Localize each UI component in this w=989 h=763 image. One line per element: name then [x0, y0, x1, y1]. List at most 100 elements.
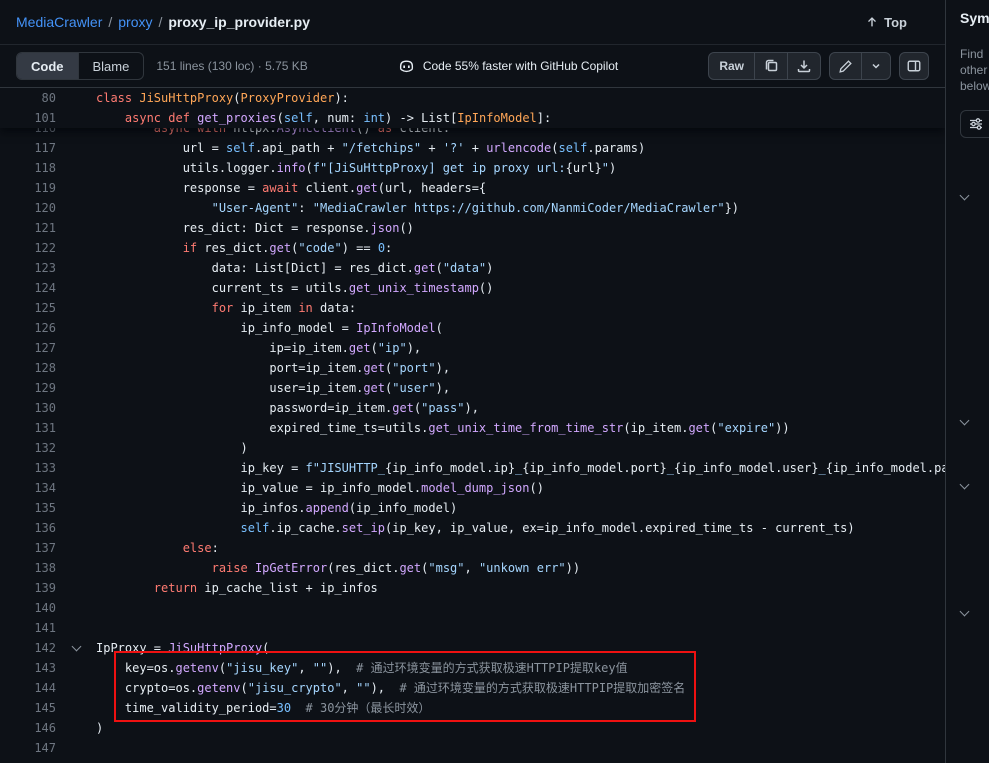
line-number[interactable]: 147 [0, 738, 56, 758]
chevron-down-icon[interactable] [961, 411, 968, 429]
line-number[interactable]: 134 [0, 478, 56, 498]
line-number[interactable]: 119 [0, 178, 56, 198]
fold-spacer [56, 738, 96, 758]
fold-spacer [56, 598, 96, 618]
line-number[interactable]: 127 [0, 338, 56, 358]
line-number[interactable]: 120 [0, 198, 56, 218]
line-number[interactable]: 117 [0, 138, 56, 158]
code-line: 119 response = await client.get(url, hea… [0, 178, 945, 198]
code-text: ip_info_model = IpInfoModel( [96, 318, 443, 338]
fold-spacer [56, 218, 96, 238]
code-line: 147 [0, 738, 945, 758]
line-number[interactable]: 123 [0, 258, 56, 278]
code-text: else: [96, 538, 219, 558]
code-editor: 116 async with httpx.AsyncClient() as cl… [0, 88, 945, 763]
line-number[interactable]: 121 [0, 218, 56, 238]
code-line: 129 user=ip_item.get("user"), [0, 378, 945, 398]
code-line: 124 current_ts = utils.get_unix_timestam… [0, 278, 945, 298]
filter-button[interactable] [960, 110, 989, 138]
main-column: MediaCrawler / proxy / proxy_ip_provider… [0, 0, 945, 763]
breadcrumb-folder-link[interactable]: proxy [118, 14, 152, 30]
symbols-panel-title: Sym [960, 10, 989, 26]
line-number[interactable]: 139 [0, 578, 56, 598]
code-text: time_validity_period=30 # 30分钟（最长时效） [96, 698, 430, 718]
code-text: IpProxy = JiSuHttpProxy( [96, 638, 269, 658]
line-number[interactable]: 137 [0, 538, 56, 558]
line-number[interactable]: 122 [0, 238, 56, 258]
symbols-toggle-button[interactable] [899, 52, 929, 80]
fold-spacer [56, 358, 96, 378]
line-number[interactable]: 133 [0, 458, 56, 478]
line-number[interactable]: 80 [0, 88, 56, 108]
line-number[interactable]: 141 [0, 618, 56, 638]
code-text: async def get_proxies(self, num: int) ->… [96, 108, 551, 128]
code-text: ip_infos.append(ip_info_model) [96, 498, 457, 518]
tab-code[interactable]: Code [17, 53, 79, 79]
fold-spacer [56, 178, 96, 198]
line-number[interactable]: 101 [0, 108, 56, 128]
line-number[interactable]: 132 [0, 438, 56, 458]
fold-spacer [56, 538, 96, 558]
code-line: 127 ip=ip_item.get("ip"), [0, 338, 945, 358]
tab-blame[interactable]: Blame [79, 53, 144, 79]
line-number[interactable]: 146 [0, 718, 56, 738]
code-line: 130 password=ip_item.get("pass"), [0, 398, 945, 418]
copilot-icon [398, 58, 415, 75]
fold-chevron-icon[interactable] [56, 638, 96, 658]
code-line: 145 time_validity_period=30 # 30分钟（最长时效） [0, 698, 945, 718]
edit-button[interactable] [830, 53, 861, 79]
line-number[interactable]: 135 [0, 498, 56, 518]
line-number[interactable]: 126 [0, 318, 56, 338]
line-number[interactable]: 128 [0, 358, 56, 378]
fold-spacer [56, 578, 96, 598]
line-number[interactable]: 130 [0, 398, 56, 418]
line-number[interactable]: 142 [0, 638, 56, 658]
edit-dropdown-button[interactable] [861, 53, 890, 79]
fold-spacer [56, 258, 96, 278]
code-line: 117 url = self.api_path + "/fetchips" + … [0, 138, 945, 158]
download-button[interactable] [787, 53, 820, 79]
chevron-down-icon[interactable] [961, 475, 968, 493]
code-text: response = await client.get(url, headers… [96, 178, 486, 198]
code-text: for ip_item in data: [96, 298, 356, 318]
back-to-top-button[interactable]: Top [857, 11, 915, 34]
line-number[interactable]: 143 [0, 658, 56, 678]
code-line: 141 [0, 618, 945, 638]
line-number[interactable]: 124 [0, 278, 56, 298]
fold-spacer [56, 338, 96, 358]
line-number[interactable]: 144 [0, 678, 56, 698]
code-text: current_ts = utils.get_unix_timestamp() [96, 278, 493, 298]
code-line: 146) [0, 718, 945, 738]
line-number[interactable]: 140 [0, 598, 56, 618]
line-number[interactable]: 118 [0, 158, 56, 178]
line-number[interactable]: 136 [0, 518, 56, 538]
fold-spacer [56, 438, 96, 458]
copilot-banner[interactable]: Code 55% faster with GitHub Copilot [398, 58, 618, 75]
code-line: 133 ip_key = f"JISUHTTP_{ip_info_model.i… [0, 458, 945, 478]
code-line: 128 port=ip_item.get("port"), [0, 358, 945, 378]
breadcrumb-repo-link[interactable]: MediaCrawler [16, 14, 102, 30]
line-number[interactable]: 131 [0, 418, 56, 438]
symbols-panel-hint: Find other below [960, 46, 989, 94]
code-line: 136 self.ip_cache.set_ip(ip_key, ip_valu… [0, 518, 945, 538]
fold-spacer [56, 478, 96, 498]
code-line: 122 if res_dict.get("code") == 0: [0, 238, 945, 258]
breadcrumb-separator: / [108, 14, 112, 30]
line-number[interactable]: 125 [0, 298, 56, 318]
fold-spacer [56, 618, 96, 638]
code-line: 135 ip_infos.append(ip_info_model) [0, 498, 945, 518]
code-text: ip_value = ip_info_model.model_dump_json… [96, 478, 544, 498]
chevron-down-icon[interactable] [961, 186, 968, 204]
copy-button[interactable] [754, 53, 787, 79]
chevron-down-icon [870, 60, 882, 72]
raw-actions-group: Raw [708, 52, 821, 80]
line-number[interactable]: 145 [0, 698, 56, 718]
breadcrumb: MediaCrawler / proxy / proxy_ip_provider… [0, 0, 945, 44]
raw-button[interactable]: Raw [709, 53, 754, 79]
fold-spacer [56, 238, 96, 258]
code-text: raise IpGetError(res_dict.get("msg", "un… [96, 558, 580, 578]
code-text: key=os.getenv("jisu_key", ""), # 通过环境变量的… [96, 658, 628, 678]
chevron-down-icon[interactable] [961, 602, 968, 620]
line-number[interactable]: 138 [0, 558, 56, 578]
line-number[interactable]: 129 [0, 378, 56, 398]
